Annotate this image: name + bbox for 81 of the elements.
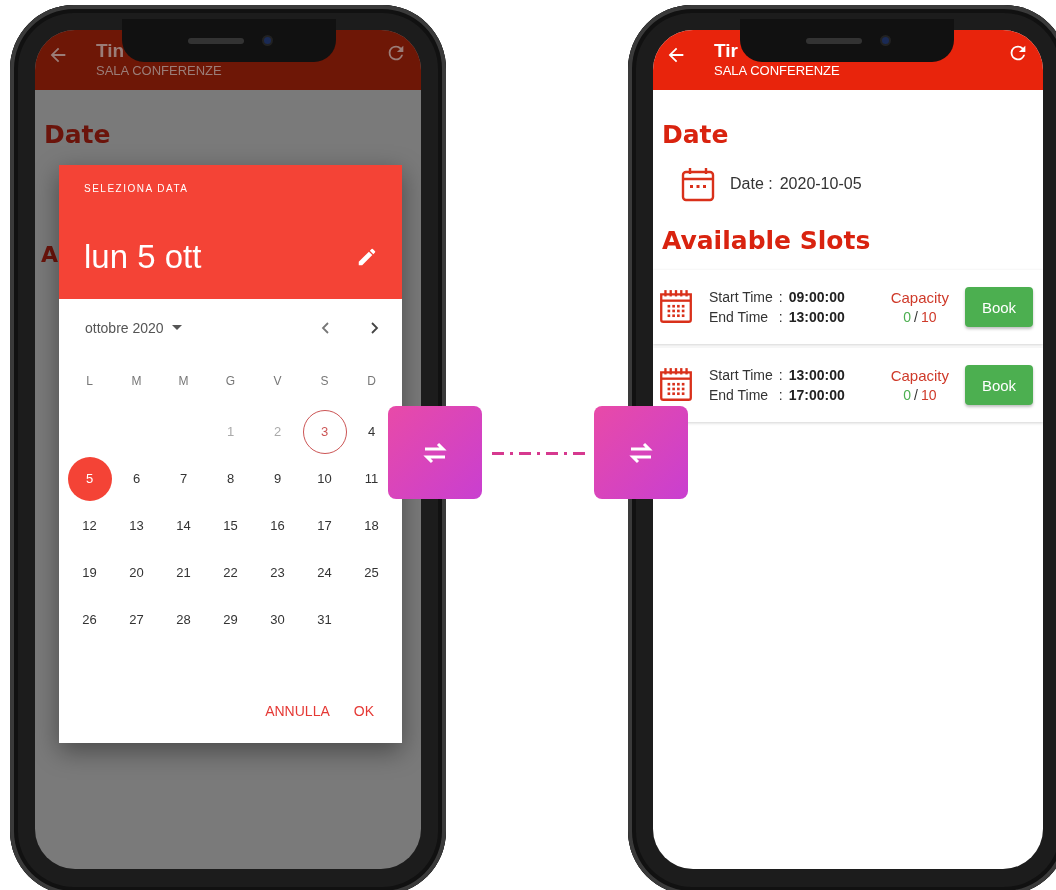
calendar-day[interactable]: 6 <box>121 463 152 494</box>
camera-dot <box>881 37 889 44</box>
weekday-label: M <box>130 373 143 390</box>
calendar-day[interactable]: 31 <box>309 604 340 635</box>
calendar-day[interactable]: 19 <box>74 557 105 588</box>
calendar-day[interactable]: 29 <box>215 604 246 635</box>
app-bar-subtitle: SALA CONFERENZE <box>96 62 222 80</box>
booked-count: 0 <box>903 387 911 403</box>
separator: : <box>778 309 783 325</box>
month-dropdown[interactable]: ottobre 2020 <box>85 320 182 336</box>
calendar-icon <box>657 366 695 404</box>
calendar-day[interactable]: 23 <box>262 557 293 588</box>
weekday-label: D <box>366 373 377 390</box>
calendar-day[interactable]: 28 <box>168 604 199 635</box>
section-heading: A <box>41 241 59 269</box>
time-label: Start Time <box>709 367 773 383</box>
weekday-label: S <box>319 373 330 390</box>
capacity-label: Capacity <box>890 289 949 306</box>
calendar-day[interactable]: 11 <box>356 463 387 494</box>
calendar-day: 1 <box>215 416 246 447</box>
calendar-day[interactable]: 7 <box>168 463 199 494</box>
app-bar-title: Tir <box>714 40 738 62</box>
calendar-day[interactable]: 21 <box>168 557 199 588</box>
pencil-icon[interactable] <box>356 246 378 268</box>
dialog-action-button[interactable]: ANNULLA <box>257 695 338 727</box>
calendar-day[interactable]: 17 <box>309 510 340 541</box>
slash: / <box>914 387 918 403</box>
calendar-day[interactable]: 10 <box>309 463 340 494</box>
calendar-day[interactable]: 15 <box>215 510 246 541</box>
weekday-label: V <box>272 373 283 390</box>
app-bar-title: Tin <box>96 40 125 62</box>
calendar-day[interactable]: 25 <box>356 557 387 588</box>
section-heading: Date <box>662 119 730 151</box>
calendar-day[interactable]: 8 <box>215 463 246 494</box>
app-bar-subtitle: SALA CONFERENZE <box>714 62 840 80</box>
calendar-day[interactable]: 24 <box>309 557 340 588</box>
slash: / <box>914 309 918 325</box>
calendar-day[interactable]: 13 <box>121 510 152 541</box>
speaker-grille <box>187 37 244 44</box>
section-heading: Date <box>44 119 112 151</box>
booked-count: 0 <box>903 309 911 325</box>
separator: : <box>778 367 783 383</box>
time-value: 13:00:00 <box>788 367 845 383</box>
calendar-day[interactable]: 12 <box>74 510 105 541</box>
calendar-day[interactable]: 22 <box>215 557 246 588</box>
camera-dot <box>263 37 271 44</box>
separator: : <box>778 387 783 403</box>
separator: : <box>778 289 783 305</box>
capacity-label: Capacity <box>890 367 949 384</box>
time-value: 13:00:00 <box>788 309 845 325</box>
dialog-label: SELEZIONA DATA <box>84 183 190 194</box>
selected-date: lun 5 ott <box>84 238 202 276</box>
time-value: 09:00:00 <box>788 289 845 305</box>
calendar-day[interactable]: 14 <box>168 510 199 541</box>
time-label: End Time <box>709 387 770 403</box>
speaker-grille <box>805 37 862 44</box>
date-value: 2020-10-05 <box>779 175 862 193</box>
time-label: End Time <box>709 309 770 325</box>
dialog-action-button[interactable]: OK <box>345 695 382 727</box>
calendar-day[interactable]: 16 <box>262 510 293 541</box>
calendar-icon <box>657 288 695 326</box>
calendar-day[interactable]: 26 <box>74 604 105 635</box>
calendar-day[interactable]: 27 <box>121 604 152 635</box>
calendar-day[interactable]: 4 <box>356 416 387 447</box>
calendar-day[interactable]: 30 <box>262 604 293 635</box>
section-heading: Available Slots <box>662 225 872 257</box>
calendar-day: 2 <box>262 416 293 447</box>
total-count: 10 <box>920 309 937 325</box>
date-label: Date : <box>730 175 773 193</box>
calendar-icon <box>680 166 716 202</box>
weekday-label: L <box>85 373 94 390</box>
weekday-label: M <box>177 373 190 390</box>
calendar-day[interactable]: 9 <box>262 463 293 494</box>
time-value: 17:00:00 <box>788 387 845 403</box>
calendar-day[interactable]: 5 <box>67 456 112 501</box>
weekday-label: G <box>224 373 237 390</box>
calendar-day[interactable]: 20 <box>121 557 152 588</box>
total-count: 10 <box>920 387 937 403</box>
caret-icon <box>171 325 182 331</box>
time-label: Start Time <box>709 289 773 305</box>
calendar-day[interactable]: 18 <box>356 510 387 541</box>
